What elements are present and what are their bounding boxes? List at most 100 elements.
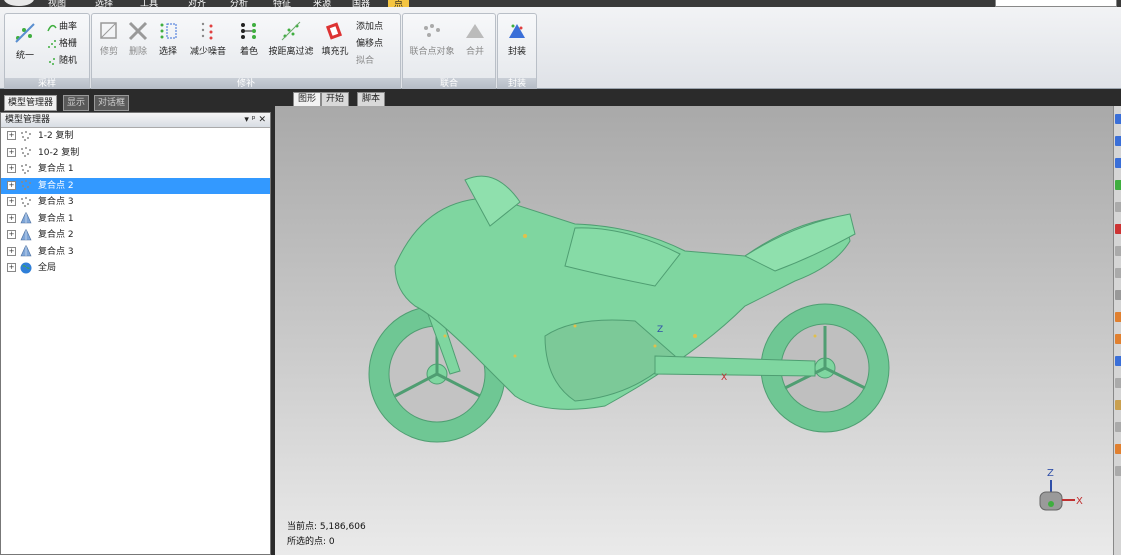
orientation-gizmo[interactable]: Z X <box>1039 468 1083 511</box>
tab-dialog[interactable]: 对话框 <box>94 95 130 111</box>
menu-select[interactable]: 选择 <box>95 0 113 7</box>
right-tool-12-icon[interactable] <box>1115 356 1121 366</box>
tree-item[interactable]: + 复合点 2 <box>1 227 270 244</box>
model-axis-z-label: Z <box>657 325 663 335</box>
tree-item-label: 复合点 2 <box>38 230 74 240</box>
tab-display[interactable]: 显示 <box>63 95 90 111</box>
selected-points-status: 所选的点: 0 <box>287 537 335 547</box>
expand-toggle-icon[interactable]: + <box>7 263 16 272</box>
menu-tools[interactable]: 工具 <box>140 0 158 7</box>
point-cloud-icon <box>19 130 33 142</box>
menu-view[interactable]: 视图 <box>48 0 66 7</box>
graphics-viewport[interactable]: Z X Z X 当前点: 5,186,606 所选的点: 0 <box>275 106 1113 555</box>
unify-button[interactable]: 统一 <box>11 20 39 61</box>
tab-model-manager[interactable]: 模型管理器 <box>4 95 58 111</box>
point-cloud-icon <box>19 179 33 191</box>
menu-points[interactable]: 点 <box>388 0 410 7</box>
tree-item[interactable]: + 复合点 3 <box>1 194 270 211</box>
combine-points-icon <box>424 24 440 37</box>
menu-source[interactable]: 来源 <box>313 0 331 7</box>
expand-toggle-icon[interactable]: + <box>7 246 16 256</box>
tree-item[interactable]: +10-2 复制 <box>1 145 270 162</box>
expand-toggle-icon[interactable]: + <box>7 197 16 206</box>
right-tool-5-icon[interactable] <box>1115 202 1121 212</box>
model-axis-x-label: X <box>721 373 727 383</box>
right-tool-8-icon[interactable] <box>1115 268 1121 278</box>
tab-script[interactable]: 脚本 <box>357 92 386 107</box>
ribbon: 统一 曲率 格栅 随机 采样 修剪 删除 选择 减少噪音 着色 按距离过滤 填充… <box>0 7 1121 91</box>
point-cloud-icon <box>19 196 33 208</box>
select-points-icon <box>160 23 177 39</box>
right-tool-10-icon[interactable] <box>1115 312 1121 322</box>
tab-graphics[interactable]: 图形 <box>293 92 322 107</box>
distance-filter-icon <box>281 21 301 41</box>
combine-points-button[interactable]: 联合点对象 <box>409 20 455 57</box>
menu-analyze[interactable]: 分析 <box>230 0 248 7</box>
app-logo[interactable] <box>4 0 34 6</box>
tree-item-label: 复合点 3 <box>38 246 74 257</box>
current-points-status: 当前点: 5,186,606 <box>287 522 366 532</box>
right-tool-7-icon[interactable] <box>1115 246 1121 256</box>
right-tool-1-icon[interactable] <box>1115 114 1121 124</box>
panel-controls[interactable]: ▾ ᵖ ✕ <box>244 113 266 127</box>
motorcycle-point-cloud: Z X Z X <box>368 175 1083 511</box>
delete-button[interactable]: 删除 <box>126 20 150 57</box>
group-capture: 统一 曲率 格栅 随机 采样 <box>4 13 90 91</box>
random-button[interactable]: 随机 <box>47 53 77 66</box>
point-cloud-icon <box>19 146 33 158</box>
reduce-noise-icon <box>201 22 213 40</box>
curvature-button[interactable]: 曲率 <box>47 19 77 32</box>
tree-item[interactable]: + 复合点 1 <box>1 161 270 178</box>
viewport-tabs: 图形 开始 脚本 <box>275 89 1121 107</box>
right-tool-11-icon[interactable] <box>1115 334 1121 344</box>
trim-button[interactable]: 修剪 <box>98 20 120 57</box>
right-tool-13-icon[interactable] <box>1115 378 1121 388</box>
expand-toggle-icon[interactable]: + <box>7 213 16 223</box>
add-point-button[interactable]: 添加点 <box>356 19 383 32</box>
right-tool-17-icon[interactable] <box>1115 466 1121 476</box>
right-toolbar <box>1113 106 1121 555</box>
right-tool-16-icon[interactable] <box>1115 444 1121 454</box>
menu-features[interactable]: 特征 <box>273 0 291 7</box>
right-tool-14-icon[interactable] <box>1115 400 1121 410</box>
fill-hole-button[interactable]: 填充孔 <box>320 20 350 57</box>
distance-filter-button[interactable]: 按距离过滤 <box>268 20 314 57</box>
tree-item[interactable]: + 复合点 2 <box>1 177 270 194</box>
globe-icon <box>19 262 33 274</box>
model-tree: +1-2 复制 +10-2 复制 + 复合点 1 + 复合点 2 + 复合点 3 + 复合点 1 +… <box>1 128 270 277</box>
right-tool-4-icon[interactable] <box>1115 180 1121 190</box>
merge-button[interactable]: 合并 <box>461 20 489 57</box>
grid-button[interactable]: 格栅 <box>47 36 77 49</box>
right-tool-15-icon[interactable] <box>1115 422 1121 432</box>
tree-item[interactable]: + 全局 <box>1 260 270 277</box>
right-tool-2-icon[interactable] <box>1115 136 1121 146</box>
right-tool-6-icon[interactable] <box>1115 224 1121 234</box>
right-tool-9-icon[interactable] <box>1115 290 1121 300</box>
tree-item[interactable]: + 复合点 3 <box>1 244 270 261</box>
expand-toggle-icon[interactable]: + <box>7 131 16 140</box>
search-input[interactable] <box>995 0 1117 7</box>
trim-icon <box>100 22 117 39</box>
right-tool-3-icon[interactable] <box>1115 158 1121 168</box>
expand-toggle-icon[interactable]: + <box>7 164 16 173</box>
select-dropdown[interactable]: 选择 <box>155 20 181 57</box>
expand-toggle-icon[interactable]: + <box>7 230 16 239</box>
color-dropdown[interactable]: 着色 <box>236 20 262 57</box>
menu-drawing[interactable]: 国器 <box>352 0 370 7</box>
gizmo-z-label: Z <box>1047 468 1054 479</box>
expand-toggle-icon[interactable]: + <box>7 180 16 190</box>
tree-item[interactable]: + 复合点 1 <box>1 211 270 228</box>
menu-align[interactable]: 对齐 <box>188 0 206 7</box>
offset-point-button[interactable]: 偏移点 <box>356 36 383 49</box>
tab-start[interactable]: 开始 <box>321 92 350 107</box>
reduce-noise-button[interactable]: 减少噪音 <box>188 20 228 57</box>
merge-icon <box>466 24 484 38</box>
fit-dropdown[interactable]: 拟合 <box>356 53 374 66</box>
wrap-button[interactable]: 封装 <box>503 20 531 57</box>
random-icon <box>49 57 55 65</box>
expand-toggle-icon[interactable]: + <box>7 147 16 157</box>
model-manager-panel: 模型管理器 ▾ ᵖ ✕ +1-2 复制 +10-2 复制 + 复合点 1 + 复合点 2 +… <box>0 112 271 555</box>
tree-item-label: 复合点 1 <box>38 213 74 224</box>
tree-item[interactable]: +1-2 复制 <box>1 128 270 145</box>
left-panel-tabs: 模型管理器 显示 对话框 <box>0 89 275 111</box>
